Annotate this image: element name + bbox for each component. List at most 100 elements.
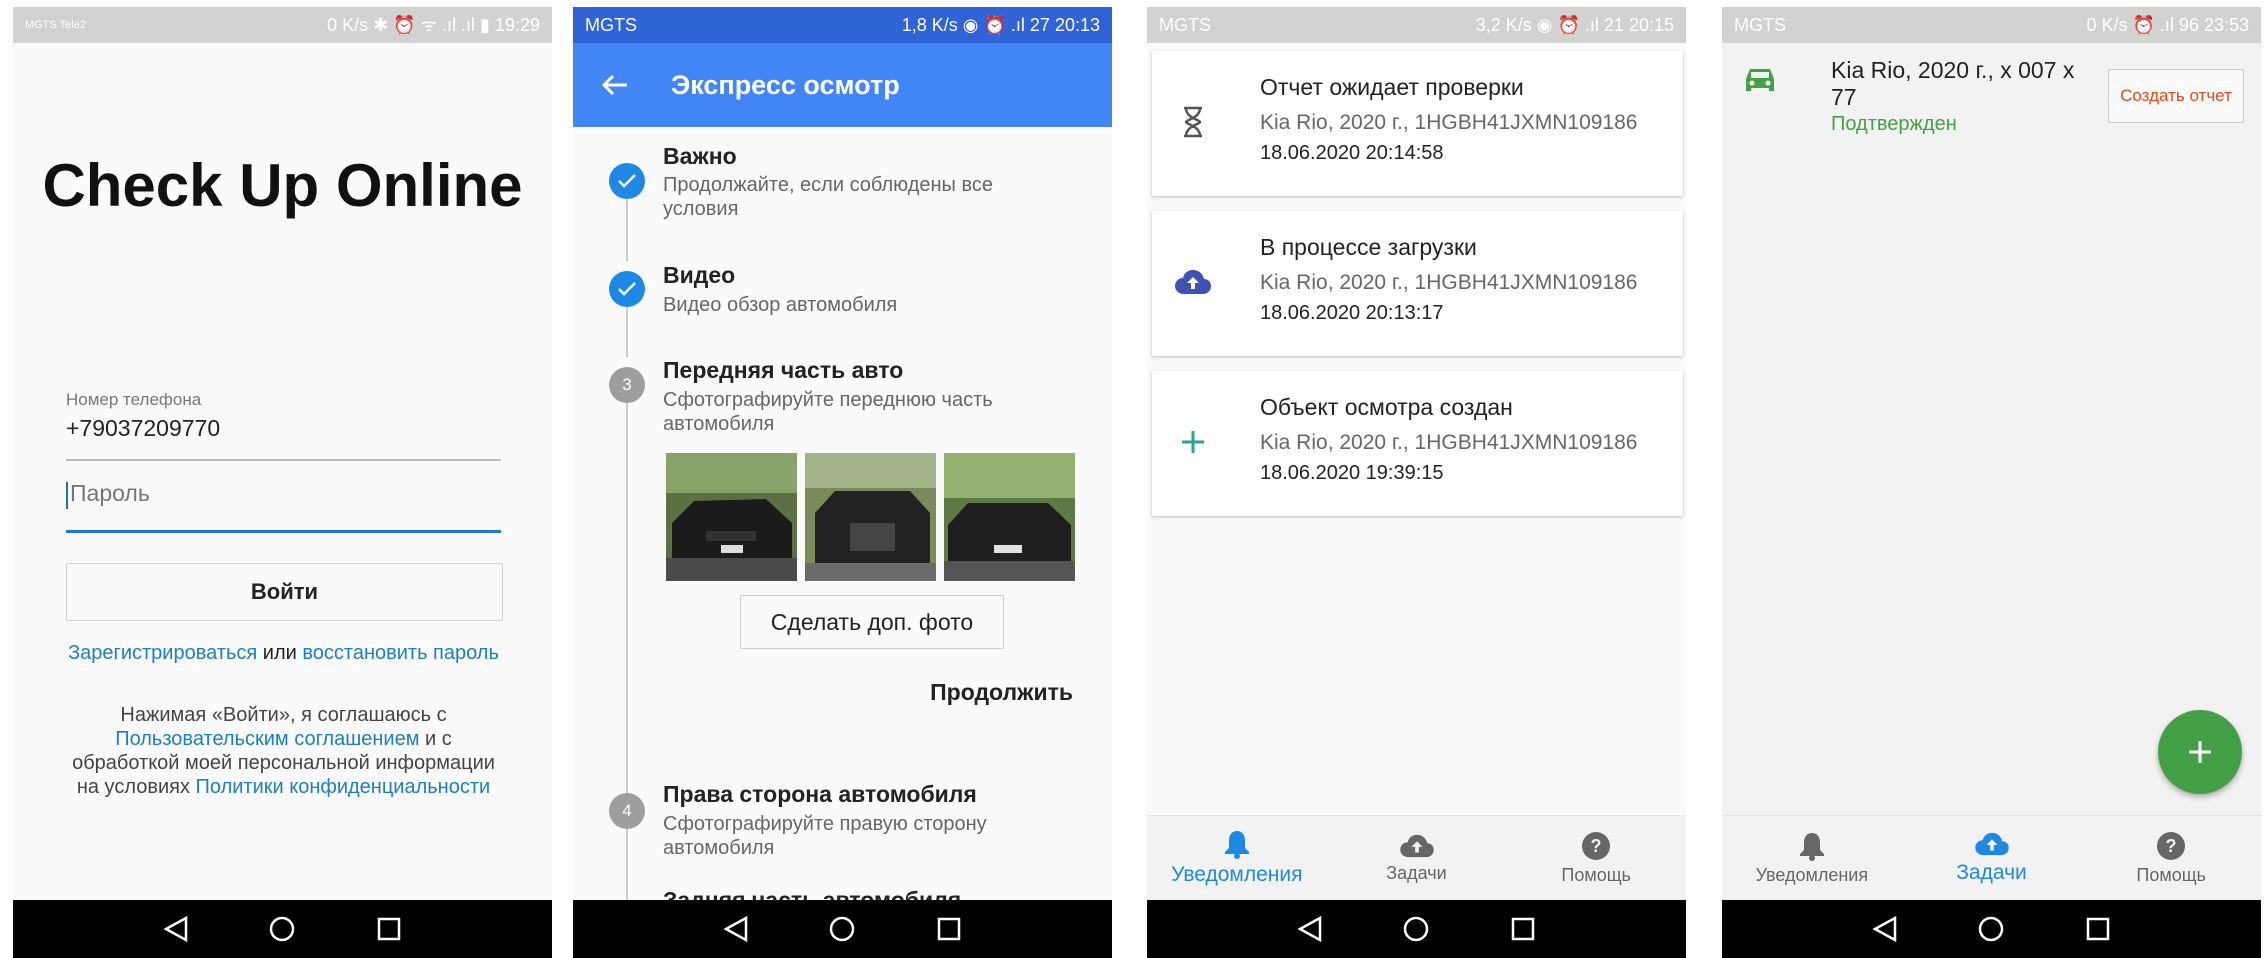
agreement-text: Нажимая «Войти», я соглашаюсь с Пользова… [66,703,501,799]
home-nav-icon[interactable] [828,915,856,943]
nav-notifications[interactable]: Уведомления [1147,816,1327,900]
car-image-icon [666,453,797,581]
task-item[interactable]: Kia Rio, 2020 г., х 007 х 77 Подтвержден… [1722,43,2261,137]
notification-title: Объект осмотра создан [1260,394,1513,420]
arrow-left-icon [601,74,627,96]
android-nav-bar [13,900,552,958]
status-badge: Подтвержден [1831,113,1957,135]
notification-date: 18.06.2020 20:14:58 [1260,142,1444,164]
home-nav-icon[interactable] [1977,915,2005,943]
back-nav-icon[interactable] [163,915,189,943]
register-line: Зарегистрироваться или восстановить паро… [66,641,501,665]
back-nav-icon[interactable] [1297,915,1323,943]
login-button[interactable]: Войти [66,563,503,621]
carrier-label: MGTS [585,14,637,35]
step-4-indicator: 4 [609,793,645,829]
carrier-label: MGTS [1734,14,1786,35]
bottom-navigation: Уведомления Задачи ? Помощь [1722,815,2261,900]
notification-title: В процессе загрузки [1260,234,1477,260]
nav-label: Помощь [2136,864,2206,885]
nav-help[interactable]: ? Помощь [1506,816,1686,900]
notification-card[interactable]: Отчет ожидает проверки Kia Rio, 2020 г.,… [1152,51,1683,196]
bell-icon [1224,831,1249,859]
status-right: 1,8 K/s ◉ ⏰ .ıl 27 20:13 [901,14,1100,35]
status-bar: MGTS Tele2 0 K/s ✱ ⏰ ᯤ .ıl .ıl ▮ 19:29 [13,7,552,43]
plus-icon [1172,421,1214,463]
step-connector [626,393,628,793]
plus-icon [2189,741,2211,763]
text-caret [66,482,68,509]
app-logo: Check Up Online [42,152,523,219]
back-nav-icon[interactable] [723,915,749,943]
recents-nav-icon[interactable] [2085,916,2111,942]
notification-card[interactable]: В процессе загрузки Kia Rio, 2020 г., 1H… [1152,211,1683,356]
check-icon [618,174,636,188]
recents-nav-icon[interactable] [936,916,962,942]
android-nav-bar [1147,900,1686,958]
status-right: 0 K/s ⏰ .ıl 96 23:53 [2086,14,2249,35]
android-nav-bar [1722,900,2261,958]
restore-password-link[interactable]: восстановить пароль [302,642,499,664]
nav-help[interactable]: ? Помощь [2081,816,2261,900]
tasks-screen: MGTS 0 K/s ⏰ .ıl 96 23:53 Kia Rio, 2020 … [1722,7,2261,958]
privacy-policy-link[interactable]: Политики конфиденциальности [196,776,491,798]
status-right: 0 K/s ✱ ⏰ ᯤ .ıl .ıl ▮ 19:29 [327,15,540,35]
step-subtitle: Продолжайте, если соблюдены все условия [663,174,993,220]
nav-tasks[interactable]: Задачи [1902,816,2082,900]
nav-label: Уведомления [1171,863,1303,886]
agree-text-1: Нажимая «Войти», я соглашаюсь с [120,704,447,726]
password-field[interactable] [66,480,505,507]
notifications-screen: MGTS 3,2 K/s ◉ ⏰ .ıl 21 20:15 Отчет ожид… [1147,7,1686,958]
step-title: Важно [663,143,737,169]
extra-photo-button[interactable]: Сделать доп. фото [740,595,1004,649]
create-report-button[interactable]: Создать отчет [2108,69,2244,123]
bell-icon [1799,832,1824,861]
step-subtitle: Сфотографируйте правую сторону автомобил… [663,813,987,859]
status-bar: MGTS 1,8 K/s ◉ ⏰ .ıl 27 20:13 [573,7,1112,43]
step-2-indicator [609,271,645,307]
cloud-upload-icon [1399,834,1434,857]
recents-nav-icon[interactable] [1510,916,1536,942]
app-bar: Экспресс осмотр [573,43,1112,127]
help-icon: ? [1582,831,1611,860]
task-title: Kia Rio, 2020 г., х 007 х 77 [1831,57,2075,110]
notification-title: Отчет ожидает проверки [1260,74,1524,100]
phone-field[interactable]: +79037209770 [66,415,220,442]
back-nav-icon[interactable] [1872,915,1898,943]
add-task-button[interactable] [2158,710,2242,794]
home-nav-icon[interactable] [1402,915,1430,943]
step-subtitle: Видео обзор автомобиля [663,294,898,316]
home-nav-icon[interactable] [268,915,296,943]
nav-tasks[interactable]: Задачи [1327,816,1507,900]
notification-date: 18.06.2020 19:39:15 [1260,462,1444,484]
notification-card[interactable]: Объект осмотра создан Kia Rio, 2020 г., … [1152,371,1683,516]
step-title: Права сторона автомобиля [663,781,977,807]
car-image-icon [944,453,1075,581]
car-photo-3[interactable] [944,453,1075,581]
check-icon [618,282,636,296]
cloud-upload-icon [1172,261,1214,303]
notification-subtitle: Kia Rio, 2020 г., 1HGBH41JXMN109186 [1260,271,1638,294]
step-subtitle: Сфотографируйте переднюю часть автомобил… [663,389,993,435]
recents-nav-icon[interactable] [376,916,402,942]
car-icon [1746,69,1774,91]
user-agreement-link[interactable]: Пользовательским соглашением [115,728,419,750]
status-right: 3,2 K/s ◉ ⏰ .ıl 21 20:15 [1475,14,1674,35]
nav-label: Задачи [1386,862,1447,883]
password-underline [66,530,501,533]
register-link[interactable]: Зарегистрироваться [68,642,257,664]
notification-subtitle: Kia Rio, 2020 г., 1HGBH41JXMN109186 [1260,431,1638,454]
notification-subtitle: Kia Rio, 2020 г., 1HGBH41JXMN109186 [1260,111,1638,134]
car-photo-2[interactable] [805,453,936,581]
page-title: Экспресс осмотр [671,69,900,100]
back-button[interactable] [573,73,657,97]
svg-text:?: ? [1591,836,1602,856]
hourglass-icon [1172,101,1214,143]
continue-button[interactable]: Продолжить [913,679,1073,706]
step-3-indicator: 3 [609,367,645,403]
svg-text:?: ? [2166,836,2177,856]
carrier-label: MGTS Tele2 [25,18,86,31]
inspection-screen: MGTS 1,8 K/s ◉ ⏰ .ıl 27 20:13 Экспресс о… [573,7,1112,958]
car-photo-1[interactable] [666,453,797,581]
nav-notifications[interactable]: Уведомления [1722,816,1902,900]
